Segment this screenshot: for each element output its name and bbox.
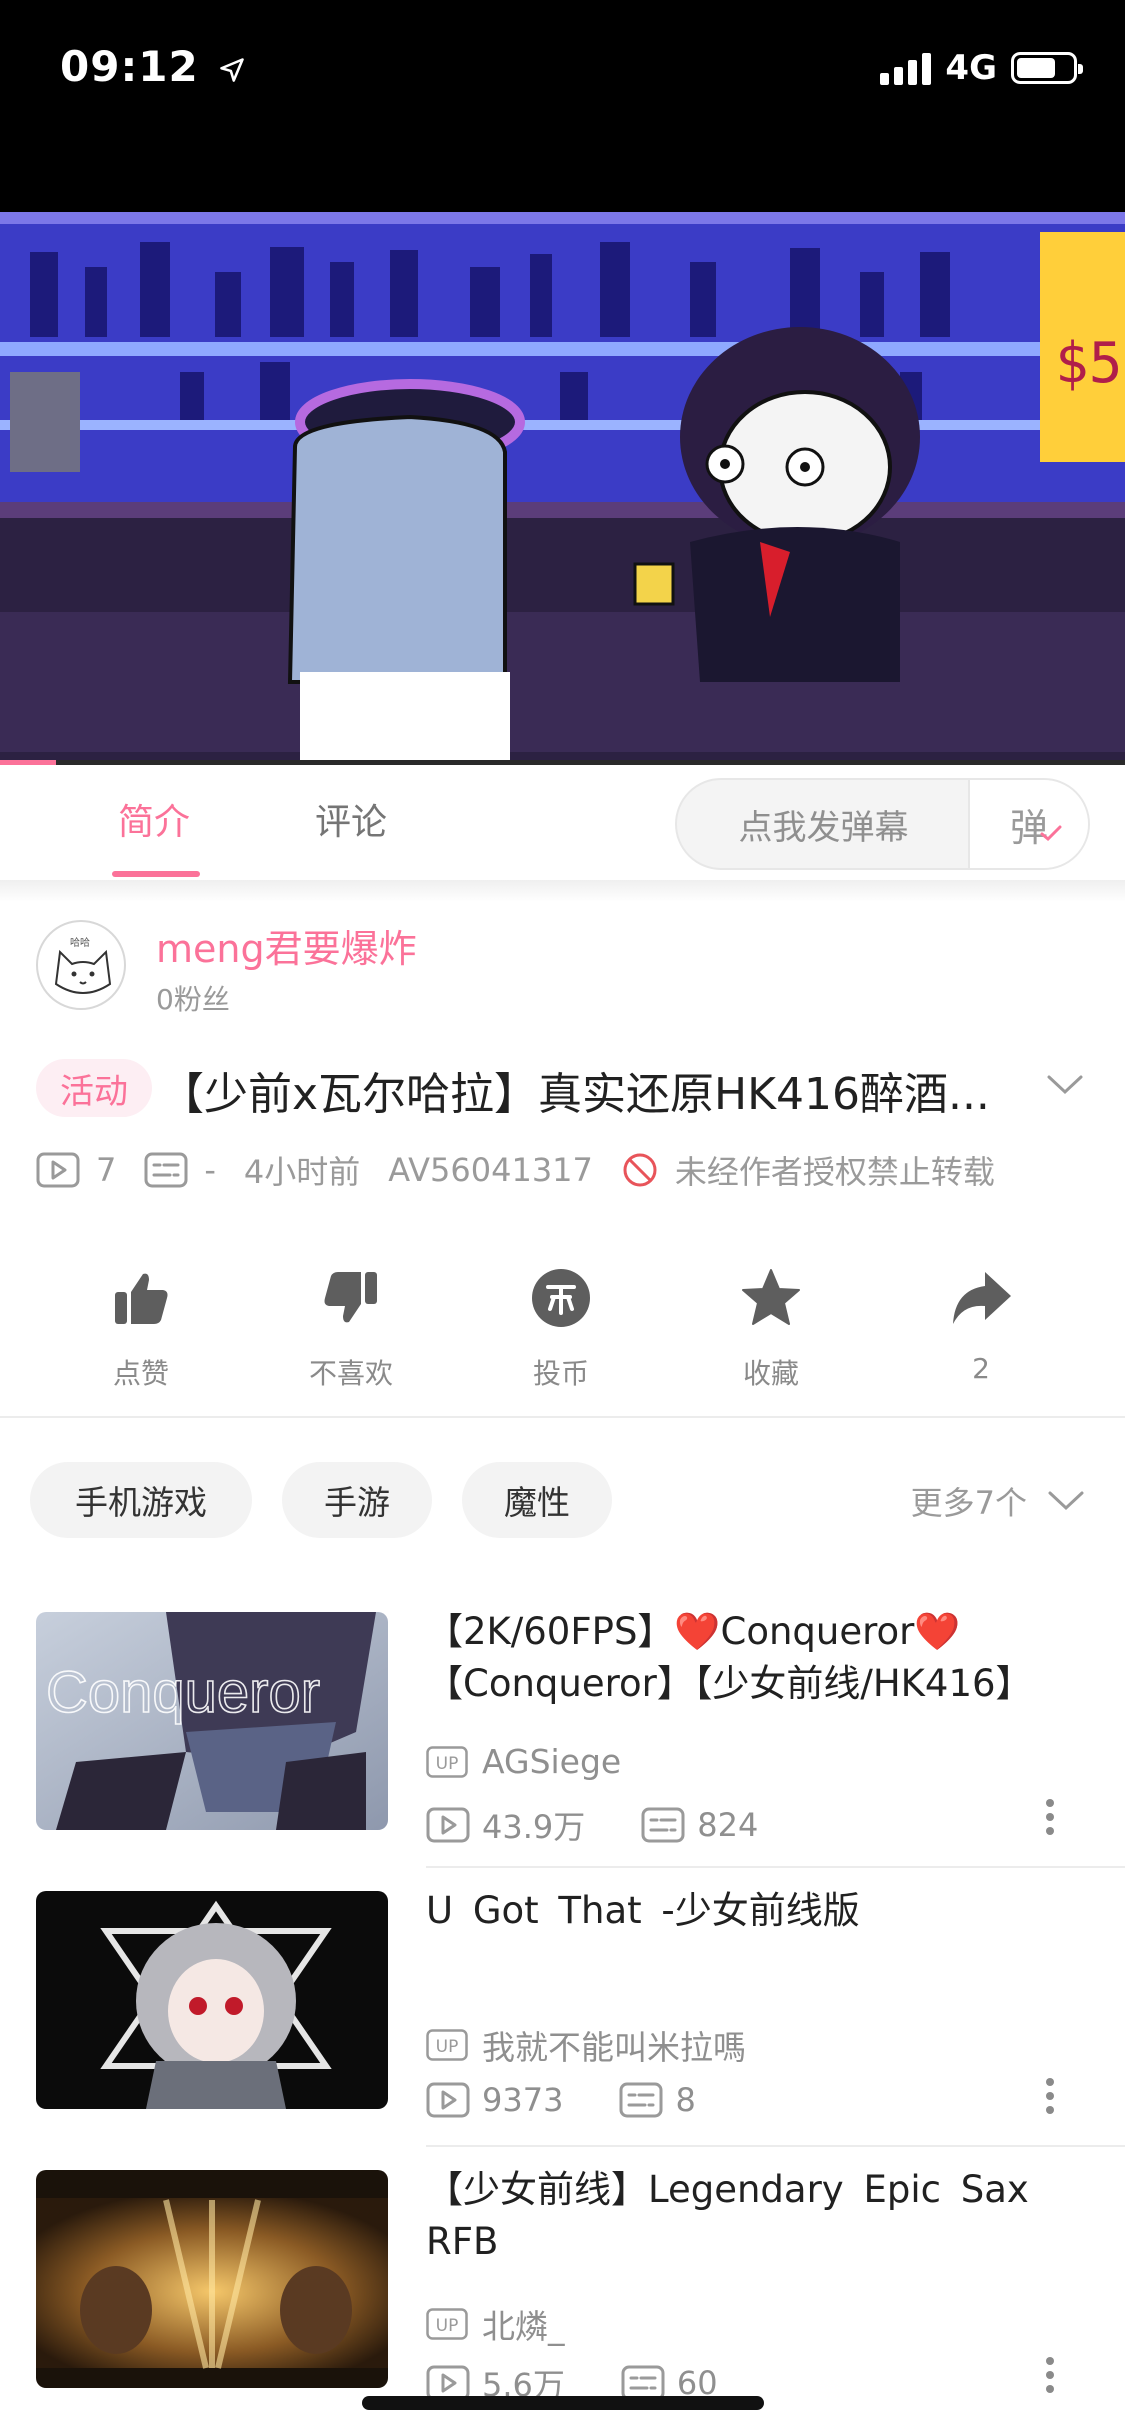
danmaku-count-icon bbox=[641, 1807, 685, 1843]
share-button[interactable]: 2 bbox=[901, 1262, 1061, 1385]
like-button[interactable]: 点赞 bbox=[61, 1262, 221, 1392]
uploader-name: 我就不能叫米拉嗎 bbox=[482, 2028, 746, 2067]
favorite-button[interactable]: 收藏 bbox=[691, 1262, 851, 1392]
video-thumbnail[interactable] bbox=[36, 1891, 388, 2109]
network-type: 4G bbox=[945, 48, 997, 88]
more-tags-button[interactable]: 更多7个 bbox=[911, 1478, 1085, 1524]
item-divider bbox=[426, 2145, 1125, 2147]
activity-badge[interactable]: 活动 bbox=[36, 1059, 152, 1117]
tag-mobile[interactable]: 手游 bbox=[282, 1462, 432, 1538]
home-indicator[interactable] bbox=[362, 2396, 764, 2410]
status-indicators: 4G bbox=[880, 48, 1083, 88]
video-title: 【少前x瓦尔哈拉】真实还原HK416醉酒... bbox=[160, 1069, 990, 1120]
chevron-down-icon[interactable] bbox=[1045, 1073, 1085, 1097]
active-tab-indicator bbox=[112, 871, 200, 877]
danmaku-toggle-button[interactable]: 弹 bbox=[968, 780, 1088, 868]
related-uploader[interactable]: UP 北燐_ bbox=[426, 2300, 565, 2348]
play-count-icon bbox=[426, 1807, 470, 1843]
up-badge-icon: UP bbox=[426, 1745, 468, 1778]
danmaku-count-icon bbox=[144, 1152, 188, 1188]
uploader-avatar[interactable]: 哈哈 bbox=[36, 920, 126, 1010]
thumbnail-text: Conqueror bbox=[46, 1660, 320, 1725]
action-row: 点赞 不喜欢 投币 收藏 2 bbox=[0, 1262, 1125, 1392]
danmaku-count: 824 bbox=[697, 1806, 759, 1844]
copyright-notice: 未经作者授权禁止转载 bbox=[674, 1153, 995, 1191]
more-tags-label: 更多7个 bbox=[910, 1484, 1027, 1522]
dislike-icon bbox=[324, 1272, 377, 1323]
related-title: 【2K/60FPS】❤️Conqueror❤️【Conqueror】【少女前线/… bbox=[426, 1610, 1033, 1705]
battery-icon bbox=[1011, 52, 1083, 84]
fans-count: 0粉丝 bbox=[156, 983, 230, 1016]
play-count-icon bbox=[36, 1152, 80, 1188]
more-options-icon[interactable] bbox=[1044, 2076, 1056, 2116]
video-frame[interactable]: $5 bbox=[0, 212, 1125, 764]
tag-magic[interactable]: 魔性 bbox=[462, 1462, 612, 1538]
uploader-name[interactable]: meng君要爆炸 bbox=[156, 918, 417, 973]
tag-mobile-game[interactable]: 手机游戏 bbox=[30, 1462, 252, 1538]
tab-intro[interactable]: 简介 bbox=[118, 793, 190, 845]
check-icon bbox=[1040, 825, 1062, 842]
up-badge-icon: UP bbox=[426, 2029, 468, 2061]
coin-icon bbox=[532, 1269, 590, 1327]
danmaku-count: 8 bbox=[675, 2081, 696, 2119]
video-meta: 7 - 4小时前 AV56041317 未经作者授权禁止转载 bbox=[36, 1143, 995, 1197]
uploader-name: AGSiege bbox=[482, 1742, 622, 1781]
tab-shadow bbox=[0, 880, 1125, 902]
dislike-button[interactable]: 不喜欢 bbox=[271, 1262, 431, 1392]
view-count: 9373 bbox=[482, 2081, 564, 2119]
like-label: 点赞 bbox=[112, 1357, 169, 1390]
related-stats: 43.9万 824 bbox=[426, 1802, 758, 1848]
coin-label: 投币 bbox=[532, 1357, 589, 1390]
related-uploader[interactable]: UP AGSiege bbox=[426, 1742, 621, 1781]
view-count: 7 bbox=[96, 1151, 117, 1189]
star-icon bbox=[742, 1269, 800, 1325]
play-count-icon bbox=[426, 2082, 470, 2118]
svg-text:哈哈: 哈哈 bbox=[70, 936, 90, 949]
uploader-name: 北燐_ bbox=[482, 2307, 565, 2346]
tab-bar: 简介 评论 点我发弹幕 弹 bbox=[0, 765, 1125, 880]
tab-comments[interactable]: 评论 bbox=[315, 793, 387, 845]
danmaku-input[interactable]: 点我发弹幕 bbox=[677, 780, 970, 868]
favorite-label: 收藏 bbox=[742, 1357, 799, 1390]
more-options-icon[interactable] bbox=[1044, 1797, 1056, 1837]
cat-avatar-icon: 哈哈 bbox=[54, 936, 112, 994]
status-time: 09:12 bbox=[60, 42, 246, 91]
no-repost-icon bbox=[621, 1151, 659, 1189]
related-video-item[interactable]: Conqueror 【2K/60FPS】❤️Conqueror❤️【Conque… bbox=[0, 1610, 1125, 1890]
item-divider bbox=[426, 1866, 1125, 1868]
danmaku-count: - bbox=[204, 1151, 216, 1189]
svg-text:UP: UP bbox=[436, 1754, 459, 1774]
up-badge-icon: UP bbox=[426, 2308, 468, 2340]
publish-time: 4小时前 bbox=[243, 1153, 361, 1191]
location-arrow-icon bbox=[220, 57, 245, 82]
video-thumbnail[interactable] bbox=[36, 2170, 388, 2388]
related-stats: 9373 8 bbox=[426, 2081, 696, 2119]
video-player[interactable]: $5 bbox=[0, 140, 1125, 764]
share-count: 2 bbox=[972, 1352, 990, 1385]
like-icon bbox=[115, 1273, 168, 1324]
danmaku-count-icon bbox=[619, 2082, 663, 2118]
section-divider bbox=[0, 1416, 1125, 1418]
share-icon bbox=[953, 1272, 1011, 1324]
chevron-down-icon bbox=[1048, 1491, 1084, 1511]
video-thumbnail[interactable]: Conqueror bbox=[36, 1612, 388, 1830]
svg-text:UP: UP bbox=[436, 2316, 459, 2336]
status-time-text: 09:12 bbox=[60, 42, 199, 91]
related-uploader[interactable]: UP 我就不能叫米拉嗎 bbox=[426, 2021, 746, 2069]
coin-button[interactable]: 投币 bbox=[481, 1262, 641, 1392]
dislike-label: 不喜欢 bbox=[308, 1357, 393, 1390]
related-video-item[interactable]: U Got That -少女前线版 UP 我就不能叫米拉嗎 9373 8 bbox=[0, 1889, 1125, 2169]
danmaku-bar: 点我发弹幕 弹 bbox=[675, 778, 1090, 870]
status-bar: 09:12 4G bbox=[0, 0, 1125, 140]
svg-text:UP: UP bbox=[436, 2037, 459, 2057]
related-title: U Got That -少女前线版 bbox=[426, 1889, 860, 1932]
signal-icon bbox=[880, 51, 932, 85]
view-count: 43.9万 bbox=[482, 1808, 586, 1846]
svg-text:$5: $5 bbox=[1055, 331, 1122, 396]
related-title: 【少女前线】Legendary Epic Sax RFB bbox=[426, 2168, 1029, 2263]
more-options-icon[interactable] bbox=[1044, 2355, 1056, 2395]
av-id: AV56041317 bbox=[388, 1151, 593, 1189]
